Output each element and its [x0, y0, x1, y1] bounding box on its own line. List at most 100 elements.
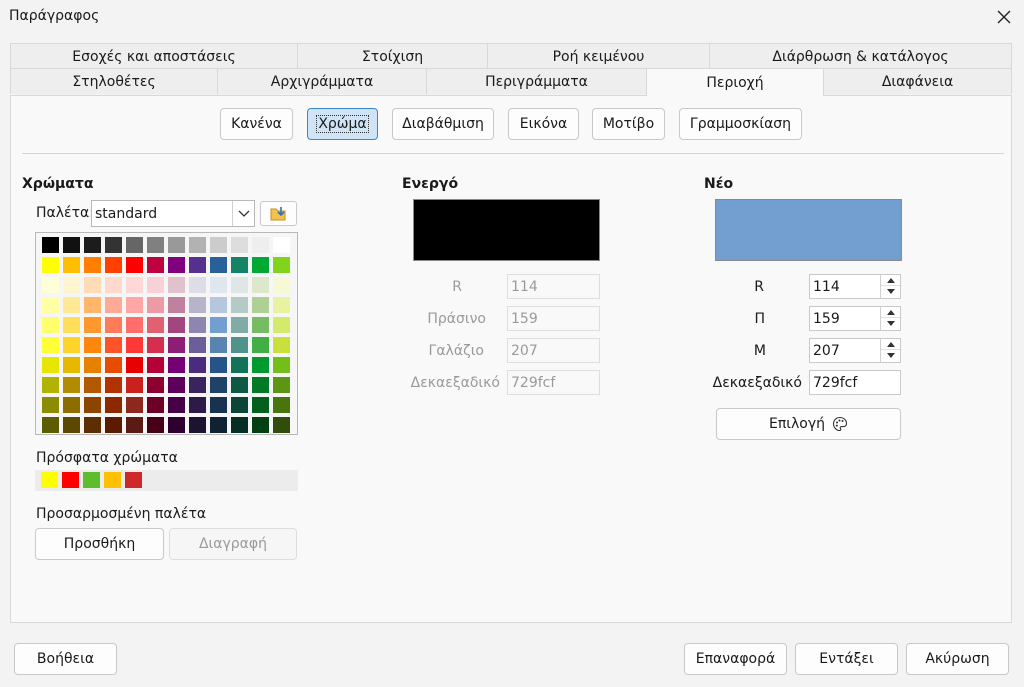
- recent-color-swatch[interactable]: [62, 472, 79, 488]
- palette-swatch[interactable]: [189, 257, 206, 273]
- tab-drop-caps[interactable]: Αρχιγράμματα: [217, 68, 427, 94]
- palette-swatch[interactable]: [126, 317, 143, 333]
- spin-up-icon[interactable]: [881, 275, 900, 286]
- help-button[interactable]: Βοήθεια: [14, 643, 117, 675]
- palette-swatch[interactable]: [252, 317, 269, 333]
- tab-borders[interactable]: Περιγράμματα: [426, 68, 647, 94]
- spin-down-icon[interactable]: [881, 286, 900, 297]
- palette-swatch[interactable]: [210, 397, 227, 413]
- palette-swatch[interactable]: [189, 417, 206, 433]
- palette-swatch[interactable]: [210, 257, 227, 273]
- palette-swatch[interactable]: [42, 257, 59, 273]
- palette-swatch[interactable]: [273, 257, 290, 273]
- palette-swatch[interactable]: [273, 297, 290, 313]
- palette-swatch[interactable]: [42, 357, 59, 373]
- palette-swatch[interactable]: [252, 357, 269, 373]
- palette-swatch[interactable]: [168, 357, 185, 373]
- tab-indents-spacing[interactable]: Εσοχές και αποστάσεις: [10, 43, 298, 69]
- palette-swatch[interactable]: [84, 417, 101, 433]
- recent-color-swatch[interactable]: [104, 472, 121, 488]
- palette-swatch[interactable]: [105, 417, 122, 433]
- new-b-spinbox[interactable]: 207: [809, 338, 901, 363]
- palette-swatch[interactable]: [126, 377, 143, 393]
- palette-swatch[interactable]: [147, 237, 164, 253]
- tab-alignment[interactable]: Στοίχιση: [297, 43, 488, 69]
- palette-swatch[interactable]: [168, 417, 185, 433]
- palette-swatch[interactable]: [210, 377, 227, 393]
- palette-swatch[interactable]: [168, 317, 185, 333]
- fill-gradient-button[interactable]: Διαβάθμιση: [392, 108, 494, 140]
- reset-button[interactable]: Επαναφορά: [684, 643, 787, 675]
- recent-color-swatch[interactable]: [83, 472, 100, 488]
- spin-buttons[interactable]: [880, 275, 900, 298]
- palette-swatch[interactable]: [231, 397, 248, 413]
- palette-swatch[interactable]: [231, 297, 248, 313]
- palette-swatch[interactable]: [168, 337, 185, 353]
- palette-swatch[interactable]: [147, 377, 164, 393]
- palette-swatch[interactable]: [210, 317, 227, 333]
- palette-swatch[interactable]: [84, 277, 101, 293]
- spin-buttons[interactable]: [880, 339, 900, 362]
- palette-swatch[interactable]: [42, 297, 59, 313]
- palette-swatch[interactable]: [84, 317, 101, 333]
- palette-swatch[interactable]: [105, 317, 122, 333]
- tab-transparency[interactable]: Διαφάνεια: [823, 68, 1012, 94]
- spin-up-icon[interactable]: [881, 307, 900, 318]
- palette-swatch[interactable]: [231, 277, 248, 293]
- palette-swatch[interactable]: [210, 337, 227, 353]
- tab-outline-list[interactable]: Διάρθρωση & κατάλογος: [709, 43, 1012, 69]
- palette-swatch[interactable]: [168, 237, 185, 253]
- palette-swatch[interactable]: [189, 317, 206, 333]
- palette-swatch[interactable]: [126, 277, 143, 293]
- palette-swatch[interactable]: [168, 277, 185, 293]
- palette-swatch[interactable]: [273, 337, 290, 353]
- palette-swatch[interactable]: [147, 297, 164, 313]
- fill-color-button[interactable]: Χρώμα: [307, 108, 378, 140]
- palette-swatch[interactable]: [210, 237, 227, 253]
- spin-down-icon[interactable]: [881, 318, 900, 329]
- palette-swatch[interactable]: [231, 257, 248, 273]
- palette-swatch[interactable]: [252, 277, 269, 293]
- palette-swatch[interactable]: [105, 397, 122, 413]
- palette-swatch[interactable]: [126, 297, 143, 313]
- tab-text-flow[interactable]: Ροή κειμένου: [487, 43, 710, 69]
- palette-swatch[interactable]: [273, 397, 290, 413]
- palette-swatch[interactable]: [84, 297, 101, 313]
- palette-select[interactable]: standard: [91, 200, 255, 227]
- palette-swatch[interactable]: [273, 417, 290, 433]
- palette-swatch[interactable]: [231, 357, 248, 373]
- palette-swatch[interactable]: [189, 337, 206, 353]
- palette-swatch[interactable]: [42, 337, 59, 353]
- palette-swatch[interactable]: [231, 337, 248, 353]
- palette-swatch[interactable]: [147, 417, 164, 433]
- palette-swatch[interactable]: [273, 317, 290, 333]
- palette-swatch[interactable]: [105, 337, 122, 353]
- fill-pattern-button[interactable]: Μοτίβο: [592, 108, 665, 140]
- palette-swatch[interactable]: [126, 417, 143, 433]
- palette-swatch[interactable]: [252, 237, 269, 253]
- palette-swatch[interactable]: [42, 397, 59, 413]
- palette-swatch[interactable]: [147, 257, 164, 273]
- close-button[interactable]: [984, 0, 1024, 34]
- palette-swatch[interactable]: [105, 277, 122, 293]
- palette-swatch[interactable]: [210, 277, 227, 293]
- ok-button[interactable]: Εντάξει: [795, 643, 898, 675]
- palette-swatch[interactable]: [42, 377, 59, 393]
- palette-swatch[interactable]: [231, 317, 248, 333]
- new-hex-field[interactable]: 729fcf: [809, 370, 901, 395]
- palette-swatch[interactable]: [105, 257, 122, 273]
- palette-swatch[interactable]: [42, 417, 59, 433]
- palette-swatch[interactable]: [42, 317, 59, 333]
- palette-swatch[interactable]: [63, 337, 80, 353]
- palette-swatch[interactable]: [84, 357, 101, 373]
- palette-swatch[interactable]: [252, 397, 269, 413]
- palette-swatch[interactable]: [252, 257, 269, 273]
- spin-up-icon[interactable]: [881, 339, 900, 350]
- palette-swatch[interactable]: [147, 357, 164, 373]
- palette-swatch[interactable]: [63, 237, 80, 253]
- palette-swatch[interactable]: [147, 317, 164, 333]
- palette-swatch[interactable]: [63, 317, 80, 333]
- palette-swatch[interactable]: [168, 377, 185, 393]
- palette-swatch[interactable]: [210, 417, 227, 433]
- color-palette-grid[interactable]: [35, 232, 298, 435]
